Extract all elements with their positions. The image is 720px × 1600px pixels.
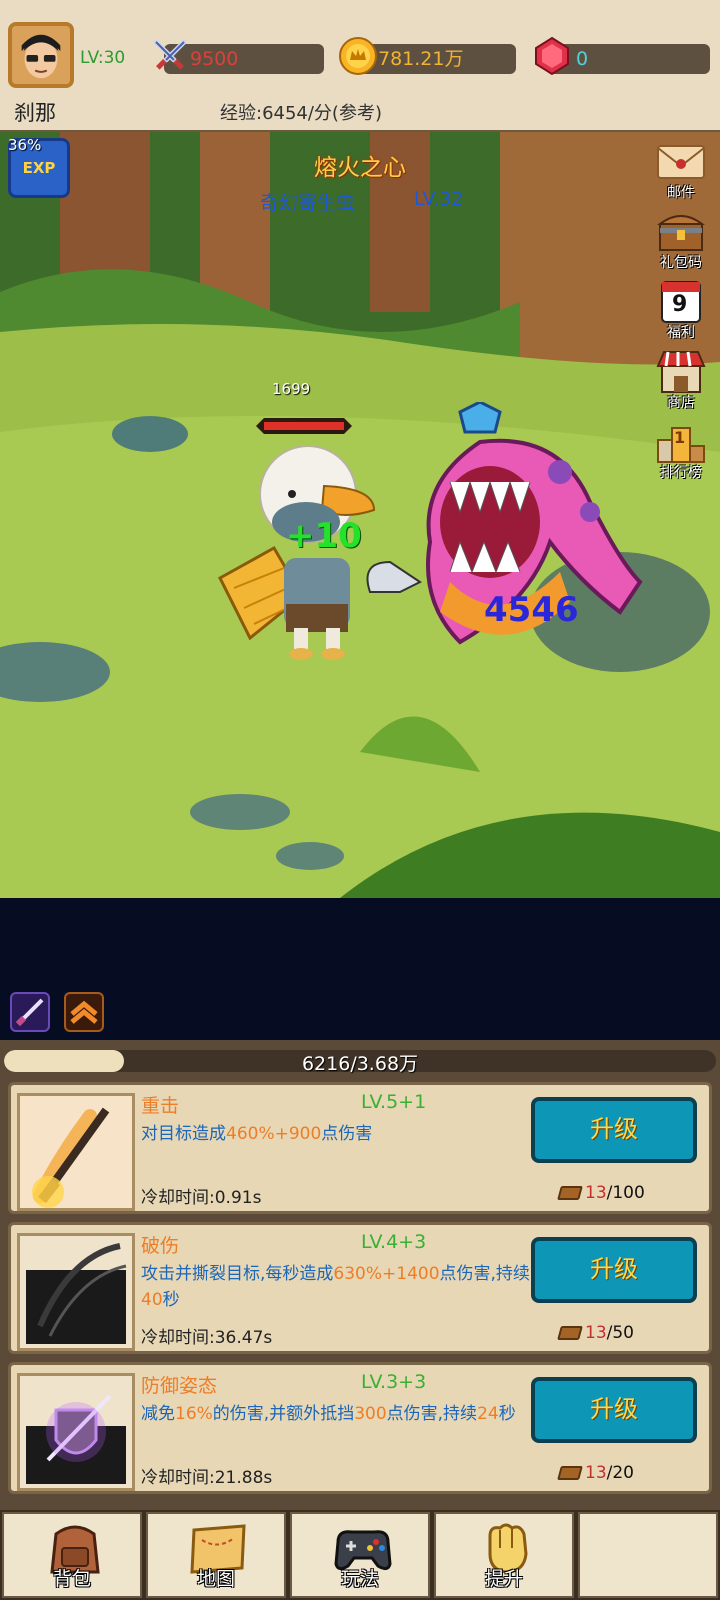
crossed-swords-icon xyxy=(150,36,190,76)
heavy-strike-icon xyxy=(17,1093,135,1211)
skill-level: LV.5+1 xyxy=(361,1091,427,1113)
podium-rank-badge: 1 xyxy=(674,428,686,447)
skill-cooldown: 冷却时间:36.47s xyxy=(141,1328,273,1348)
shield-icon xyxy=(17,1373,135,1491)
skill-cooldown: 冷却时间:21.88s xyxy=(141,1468,273,1488)
skill-name: 破伤 xyxy=(141,1235,180,1257)
gem-counter[interactable]: 0 xyxy=(535,36,710,76)
combat-power: 9500 xyxy=(153,39,324,74)
mail-button[interactable]: 邮件 xyxy=(650,138,712,206)
skill-book-icon xyxy=(557,1326,583,1340)
treasure-chest-icon xyxy=(657,215,705,251)
stage-title: 熔火之心 xyxy=(314,155,406,181)
skill-description: 减免16%的伤害,并额外抵挡300点伤害,持续24秒 xyxy=(141,1404,516,1424)
heal-popup: +10 xyxy=(286,516,362,556)
skill-card-heavy-strike: 重击 LV.5+1 对目标造成460%+900点伤害 冷却时间:0.91s 升级… xyxy=(8,1082,712,1214)
shop-icon xyxy=(656,351,706,393)
skill-card-laceration: 破伤 LV.4+3 攻击并撕裂目标,每秒造成630%+1400点伤害,持续40秒… xyxy=(8,1222,712,1354)
player-hp-value: 1699 xyxy=(272,380,311,398)
upgrade-button[interactable]: 升级 xyxy=(531,1377,697,1443)
damage-popup: 4546 xyxy=(484,590,579,630)
ruby-gem-icon xyxy=(532,36,572,76)
skill-level: LV.4+3 xyxy=(361,1231,427,1253)
skill-name: 防御姿态 xyxy=(141,1375,218,1397)
battle-scene: 熔火之心 奇幻寄生虫 LV.32 EXP 36% 邮件 礼包码 9 福利 商店 … xyxy=(0,132,720,898)
gift-code-button[interactable]: 礼包码 xyxy=(650,208,712,276)
welfare-button[interactable]: 9 福利 xyxy=(650,278,712,346)
skill-book-icon xyxy=(557,1186,583,1200)
nav-gameplay[interactable]: 玩法 xyxy=(290,1512,430,1598)
gold-counter[interactable]: 781.21万 xyxy=(339,37,516,75)
upgrade-cost: 13/100 xyxy=(557,1183,645,1203)
game-screen: LV:30 刹那 9500 781.21万 0 经验:6454/分(参考) 熔火… xyxy=(0,0,720,1600)
nav-upgrade[interactable]: 提升 xyxy=(434,1512,574,1598)
exp-icon: EXP xyxy=(22,159,56,177)
upgrade-button[interactable]: 升级 xyxy=(531,1097,697,1163)
calendar-day-badge: 9 xyxy=(672,292,688,317)
player-name: 刹那 xyxy=(14,101,56,125)
top-status-bar: LV:30 刹那 9500 781.21万 0 经验:6454/分(参考) xyxy=(0,0,720,132)
nav-empty-slot[interactable] xyxy=(578,1512,718,1598)
skill-card-defensive-stance: 防御姿态 LV.3+3 减免16%的伤害,并额外抵挡300点伤害,持续24秒 冷… xyxy=(8,1362,712,1494)
sword-buff-icon[interactable] xyxy=(10,992,50,1032)
player-avatar[interactable] xyxy=(8,22,74,88)
skill-description: 攻击并撕裂目标,每秒造成630%+1400点伤害,持续40秒 xyxy=(141,1264,530,1310)
skill-description: 对目标造成460%+900点伤害 xyxy=(141,1124,373,1144)
skill-cooldown: 冷却时间:0.91s xyxy=(141,1188,262,1208)
skill-level: LV.3+3 xyxy=(361,1371,427,1393)
upgrade-cost: 13/20 xyxy=(557,1463,634,1483)
rank-up-buff-icon[interactable] xyxy=(64,992,104,1032)
bottom-nav: 背包 地图 玩法 提升 xyxy=(0,1510,720,1600)
laceration-icon xyxy=(17,1233,135,1351)
stage-progress-text: 6216/3.68万 xyxy=(301,1053,419,1075)
envelope-icon xyxy=(657,145,705,179)
exp-rate-text: 经验:6454/分(参考) xyxy=(220,103,382,124)
monster-name: 奇幻寄生虫 xyxy=(260,192,356,214)
skill-book-icon xyxy=(557,1466,583,1480)
upgrade-cost: 13/50 xyxy=(557,1323,634,1343)
monster-level: LV.32 xyxy=(414,188,464,210)
skill-name: 重击 xyxy=(141,1095,180,1117)
log-area xyxy=(0,898,720,1040)
player-level: LV:30 xyxy=(80,48,126,68)
nav-backpack[interactable]: 背包 xyxy=(2,1512,142,1598)
gold-coin-icon xyxy=(338,36,378,76)
upgrade-button[interactable]: 升级 xyxy=(531,1237,697,1303)
nav-map[interactable]: 地图 xyxy=(146,1512,286,1598)
exp-boost-percent: 36% xyxy=(8,136,42,154)
